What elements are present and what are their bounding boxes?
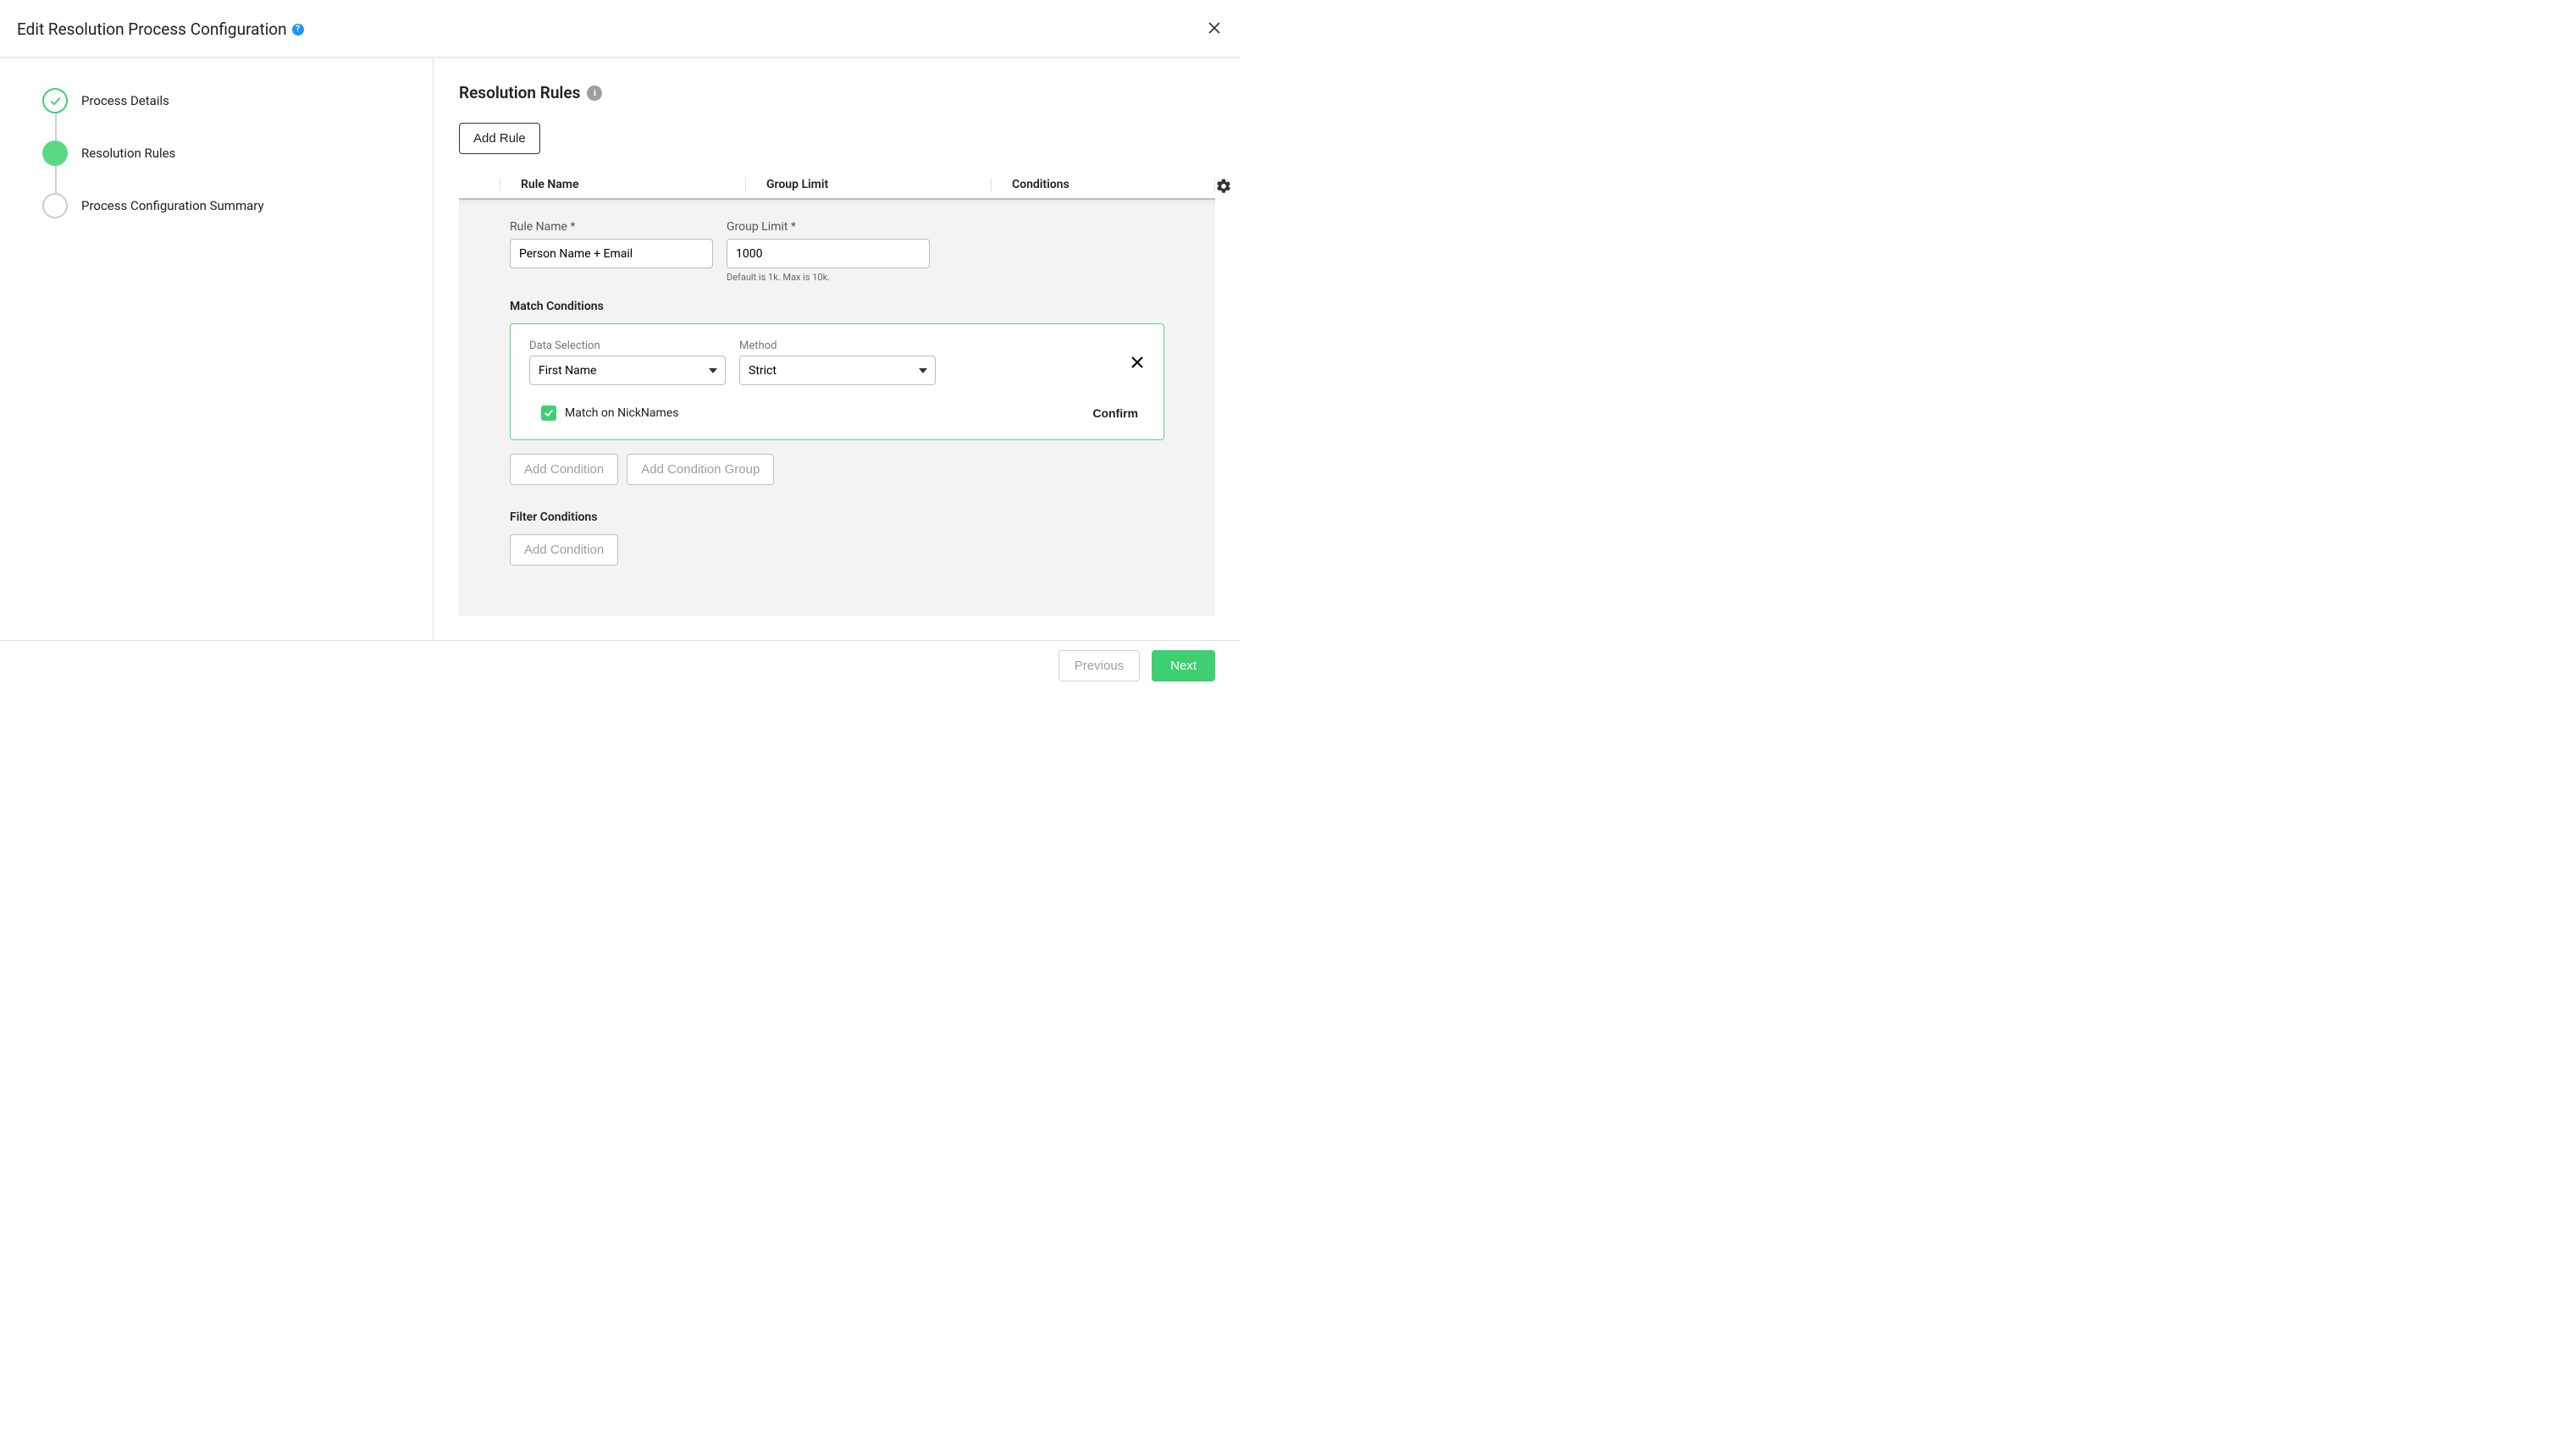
rule-name-input[interactable] <box>510 239 713 268</box>
rule-basic-fields: Rule Name * Group Limit * Default is 1k.… <box>510 220 1164 283</box>
match-nicknames-checkbox[interactable] <box>541 406 556 421</box>
table-settings-button[interactable] <box>1212 174 1235 201</box>
step-label: Process Configuration Summary <box>81 198 264 213</box>
close-icon <box>1208 22 1220 34</box>
column-group-limit: Group Limit <box>745 178 991 191</box>
match-condition-buttons: Add Condition Add Condition Group <box>510 454 1164 485</box>
step-label: Resolution Rules <box>81 146 175 161</box>
check-icon <box>49 95 62 108</box>
match-nicknames-label: Match on NickNames <box>565 406 678 420</box>
method-wrap: Method Strict <box>739 339 936 385</box>
help-icon[interactable]: ? <box>292 24 304 36</box>
checkbox-inner: Match on NickNames <box>529 406 678 421</box>
group-limit-input[interactable] <box>727 239 930 268</box>
rule-editor-panel: Rule Name * Group Limit * Default is 1k.… <box>459 200 1215 616</box>
filter-conditions-label: Filter Conditions <box>510 510 1164 524</box>
step-resolution-rules[interactable]: Resolution Rules <box>42 141 416 166</box>
dialog-title-wrap: Edit Resolution Process Configuration ? <box>17 19 304 39</box>
step-indicator-active <box>42 141 68 166</box>
step-indicator-done <box>42 88 68 113</box>
column-conditions: Conditions <box>991 178 1215 191</box>
group-limit-field-group: Group Limit * Default is 1k. Max is 10k. <box>727 220 930 283</box>
step-label: Process Details <box>81 93 169 108</box>
dialog-body: Process Details Resolution Rules Process… <box>0 58 1241 640</box>
check-icon <box>544 408 554 418</box>
next-button[interactable]: Next <box>1152 650 1215 681</box>
sidebar-steps: Process Details Resolution Rules Process… <box>0 58 434 640</box>
add-condition-group-button[interactable]: Add Condition Group <box>627 454 774 485</box>
group-limit-helper: Default is 1k. Max is 10k. <box>727 272 930 283</box>
dialog-header: Edit Resolution Process Configuration ? <box>0 0 1241 58</box>
rule-name-label: Rule Name * <box>510 220 713 234</box>
close-button[interactable] <box>1205 17 1224 41</box>
dialog-title: Edit Resolution Process Configuration <box>17 19 287 39</box>
dialog-footer: Previous Next <box>0 640 1241 690</box>
method-select[interactable]: Strict <box>739 356 936 385</box>
condition-row: Data Selection First Name Method Strict <box>529 339 1145 385</box>
data-selection-wrap: Data Selection First Name <box>529 339 726 385</box>
rule-name-field-group: Rule Name * <box>510 220 713 283</box>
add-filter-condition-button[interactable]: Add Condition <box>510 534 618 566</box>
condition-card: Data Selection First Name Method Strict <box>510 323 1164 440</box>
info-icon[interactable]: i <box>587 86 602 101</box>
step-connector <box>55 113 57 141</box>
add-rule-button[interactable]: Add Rule <box>459 123 540 154</box>
data-selection-select[interactable]: First Name <box>529 356 726 385</box>
main-content: Resolution Rules i Add Rule Rule Name Gr… <box>434 58 1241 640</box>
column-rule-name: Rule Name <box>500 178 745 191</box>
step-process-details[interactable]: Process Details <box>42 88 416 113</box>
method-label: Method <box>739 339 936 352</box>
condition-remove-button[interactable] <box>1131 355 1143 372</box>
step-connector <box>55 166 57 193</box>
gear-icon <box>1215 178 1232 195</box>
previous-button[interactable]: Previous <box>1059 650 1140 681</box>
filter-condition-buttons: Add Condition <box>510 534 1164 566</box>
data-selection-label: Data Selection <box>529 339 726 352</box>
section-title-row: Resolution Rules i <box>459 83 1215 102</box>
group-limit-label: Group Limit * <box>727 220 930 234</box>
table-header-row: Rule Name Group Limit Conditions <box>459 171 1215 200</box>
section-title: Resolution Rules <box>459 83 580 102</box>
close-icon <box>1131 356 1143 368</box>
step-indicator-pending <box>42 193 68 218</box>
checkbox-row: Match on NickNames Confirm <box>529 406 1145 421</box>
add-condition-button[interactable]: Add Condition <box>510 454 618 485</box>
match-conditions-label: Match Conditions <box>510 300 1164 313</box>
confirm-button[interactable]: Confirm <box>1092 406 1145 420</box>
step-summary[interactable]: Process Configuration Summary <box>42 193 416 218</box>
